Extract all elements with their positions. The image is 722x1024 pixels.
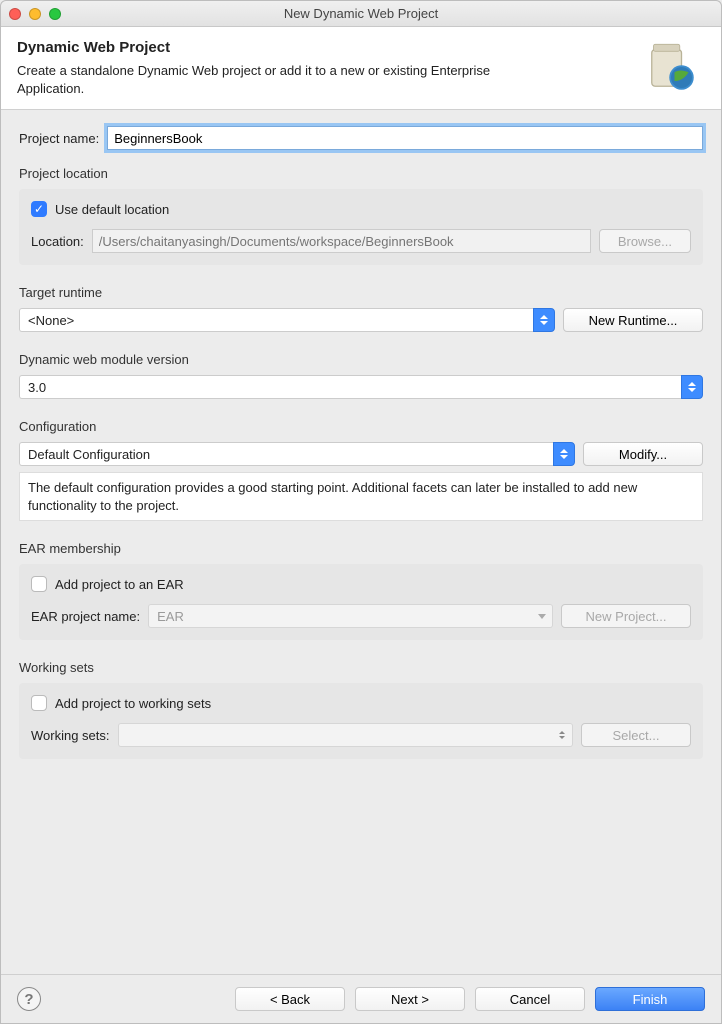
add-to-ear-checkbox[interactable]	[31, 576, 47, 592]
configuration-value: Default Configuration	[19, 442, 553, 466]
configuration-description: The default configuration provides a goo…	[19, 472, 703, 521]
new-ear-project-button: New Project...	[561, 604, 691, 628]
location-input	[92, 229, 591, 253]
dialog-window: New Dynamic Web Project Dynamic Web Proj…	[0, 0, 722, 1024]
banner-description: Create a standalone Dynamic Web project …	[17, 62, 557, 97]
banner-heading: Dynamic Web Project	[17, 39, 633, 56]
wizard-banner: Dynamic Web Project Create a standalone …	[1, 27, 721, 110]
finish-button[interactable]: Finish	[595, 987, 705, 1011]
module-version-title: Dynamic web module version	[19, 352, 703, 367]
ear-project-name-value: EAR	[148, 604, 531, 628]
configuration-title: Configuration	[19, 419, 703, 434]
new-runtime-button[interactable]: New Runtime...	[563, 308, 703, 332]
working-sets-select	[118, 723, 573, 747]
use-default-location-checkbox[interactable]	[31, 201, 47, 217]
add-to-working-sets-checkbox[interactable]	[31, 695, 47, 711]
use-default-location-label: Use default location	[55, 202, 169, 217]
help-icon[interactable]: ?	[17, 987, 41, 1011]
titlebar: New Dynamic Web Project	[1, 1, 721, 27]
ear-title: EAR membership	[19, 541, 703, 556]
chevron-down-icon	[531, 604, 553, 628]
target-runtime-select[interactable]: <None>	[19, 308, 555, 332]
module-version-value: 3.0	[19, 375, 681, 399]
chevron-updown-icon[interactable]	[553, 442, 575, 466]
project-location-title: Project location	[19, 166, 703, 181]
wizard-content: Project name: Project location Use defau…	[1, 110, 721, 974]
close-window-button[interactable]	[9, 8, 21, 20]
chevron-updown-icon	[551, 723, 573, 747]
working-sets-value	[118, 723, 551, 747]
next-button[interactable]: Next >	[355, 987, 465, 1011]
browse-button: Browse...	[599, 229, 691, 253]
maximize-window-button[interactable]	[49, 8, 61, 20]
select-working-sets-button: Select...	[581, 723, 691, 747]
project-name-label: Project name:	[19, 131, 99, 146]
window-controls	[9, 8, 61, 20]
add-to-working-sets-label: Add project to working sets	[55, 696, 211, 711]
target-runtime-value: <None>	[19, 308, 533, 332]
ear-project-name-select: EAR	[148, 604, 553, 628]
wizard-icon	[643, 39, 699, 95]
wizard-footer: ? < Back Next > Cancel Finish	[1, 974, 721, 1023]
chevron-updown-icon[interactable]	[681, 375, 703, 399]
location-label: Location:	[31, 234, 84, 249]
configuration-select[interactable]: Default Configuration	[19, 442, 575, 466]
target-runtime-title: Target runtime	[19, 285, 703, 300]
cancel-button[interactable]: Cancel	[475, 987, 585, 1011]
module-version-select[interactable]: 3.0	[19, 375, 703, 399]
back-button[interactable]: < Back	[235, 987, 345, 1011]
window-title: New Dynamic Web Project	[1, 6, 721, 21]
modify-button[interactable]: Modify...	[583, 442, 703, 466]
working-sets-title: Working sets	[19, 660, 703, 675]
add-to-ear-label: Add project to an EAR	[55, 577, 184, 592]
ear-project-name-label: EAR project name:	[31, 609, 140, 624]
working-sets-label: Working sets:	[31, 728, 110, 743]
chevron-updown-icon[interactable]	[533, 308, 555, 332]
project-name-input[interactable]	[107, 126, 703, 150]
minimize-window-button[interactable]	[29, 8, 41, 20]
